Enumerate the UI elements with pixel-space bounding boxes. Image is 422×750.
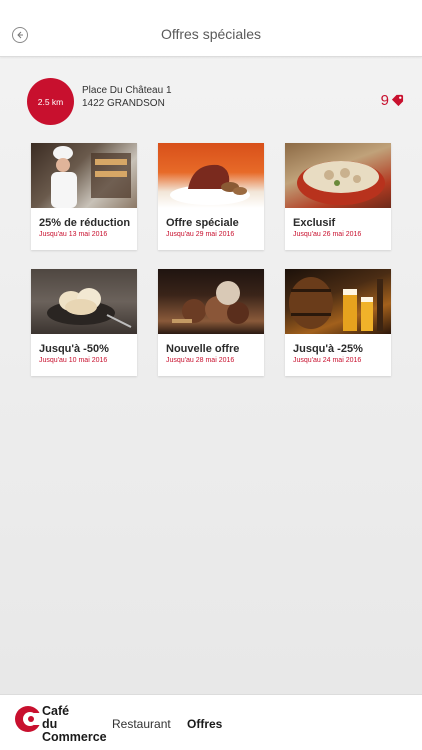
offer-image-casserole xyxy=(285,143,391,208)
offer-card[interactable]: Jusqu'à -50% Jusqu'au 10 mai 2016 xyxy=(31,269,137,376)
distance-badge: 2.5 km xyxy=(27,78,74,125)
offer-date: Jusqu'au 10 mai 2016 xyxy=(39,357,108,364)
cafe-du-commerce-logo[interactable]: Café du Commerce xyxy=(14,701,107,747)
offer-card[interactable]: Exclusif Jusqu'au 26 mai 2016 xyxy=(285,143,391,250)
logo-line-3: Commerce xyxy=(42,730,107,744)
offer-card[interactable]: Jusqu'à -25% Jusqu'au 24 mai 2016 xyxy=(285,269,391,376)
offers-count[interactable]: 9 xyxy=(381,92,404,109)
offer-image-beef xyxy=(158,143,264,208)
offers-grid: 25% de réduction Jusqu'au 13 mai 2016 Of… xyxy=(31,143,391,376)
nav-offres[interactable]: Offres xyxy=(187,717,222,731)
offer-title: 25% de réduction xyxy=(39,217,131,229)
offer-image-beer xyxy=(285,269,391,334)
page-title: Offres spéciales xyxy=(160,26,262,42)
offer-title: Exclusif xyxy=(293,217,336,229)
bottom-nav: Café du Commerce Restaurant Offres xyxy=(0,694,422,750)
offer-title: Offre spéciale xyxy=(166,217,239,229)
address-line-2: 1422 GRANDSON xyxy=(82,98,165,109)
offer-date: Jusqu'au 29 mai 2016 xyxy=(166,231,235,238)
offer-date: Jusqu'au 13 mai 2016 xyxy=(39,231,108,238)
restaurant-address: Place Du Château 1 1422 GRANDSON xyxy=(82,84,172,110)
logo-text: Café du Commerce xyxy=(42,705,107,744)
offer-date: Jusqu'au 26 mai 2016 xyxy=(293,231,362,238)
offer-card[interactable]: 25% de réduction Jusqu'au 13 mai 2016 xyxy=(31,143,137,250)
offers-count-value: 9 xyxy=(380,92,389,109)
offer-date: Jusqu'au 28 mai 2016 xyxy=(166,357,235,364)
offer-image-ice-cream-bowl xyxy=(31,269,137,334)
offer-title: Jusqu'à -50% xyxy=(39,343,109,355)
offer-card[interactable]: Offre spéciale Jusqu'au 29 mai 2016 xyxy=(158,143,264,250)
offer-date: Jusqu'au 24 mai 2016 xyxy=(293,357,362,364)
header-bar: Offres spéciales xyxy=(0,0,422,57)
offer-title: Jusqu'à -25% xyxy=(293,343,363,355)
tag-icon xyxy=(391,94,404,107)
offer-card[interactable]: Nouvelle offre Jusqu'au 28 mai 2016 xyxy=(158,269,264,376)
address-line-1: Place Du Château 1 xyxy=(82,85,172,96)
offer-image-ice-cream-scoops xyxy=(158,269,264,334)
offer-image-chef xyxy=(31,143,137,208)
nav-restaurant[interactable]: Restaurant xyxy=(112,717,171,731)
offer-title: Nouvelle offre xyxy=(166,343,240,355)
